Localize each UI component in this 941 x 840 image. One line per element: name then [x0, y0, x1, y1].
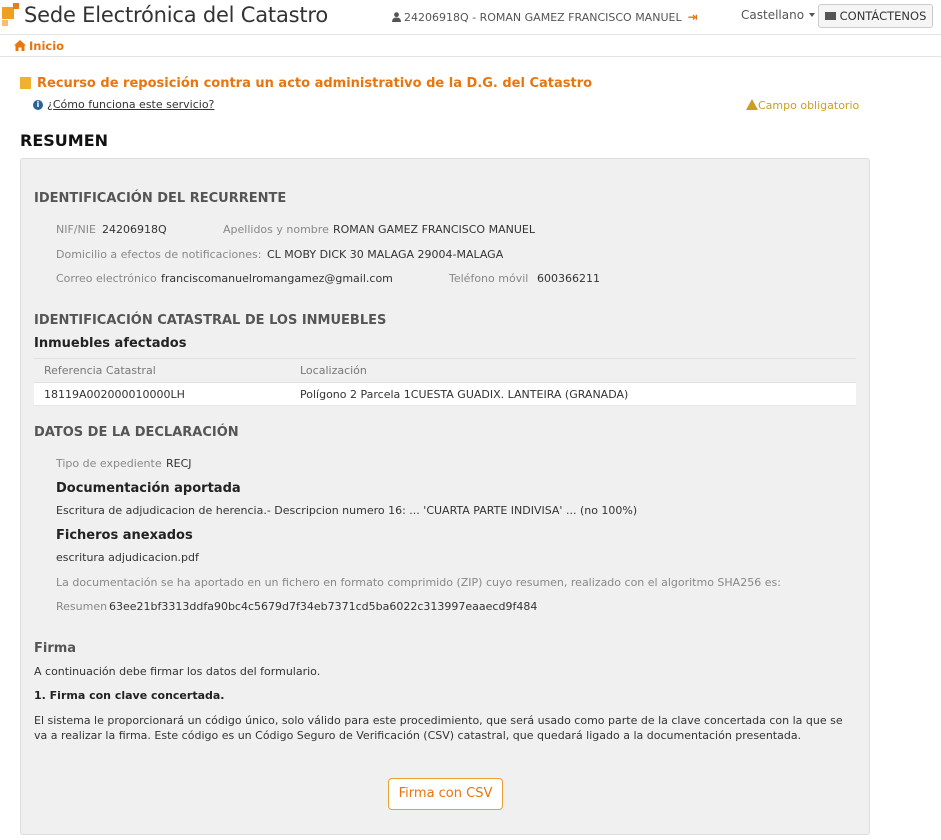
contact-button-label: CONTÁCTENOS	[839, 9, 927, 23]
user-icon	[392, 12, 401, 22]
contact-button[interactable]: CONTÁCTENOS	[818, 4, 933, 28]
warning-icon	[746, 99, 758, 110]
info-icon: i	[33, 100, 43, 110]
localizacion-cell: Polígono 2 Parcela 1CUESTA GUADIX. LANTE…	[290, 382, 856, 406]
column-header-referencia: Referencia Catastral	[34, 358, 290, 383]
firma-intro: A continuación debe firmar los datos del…	[34, 665, 321, 678]
email-value: franciscomanuelromangamez@gmail.com	[161, 272, 393, 285]
documentacion-text: Escritura de adjudicacion de herencia.- …	[56, 504, 638, 517]
required-field-text: Campo obligatorio	[758, 99, 860, 112]
sign-csv-button[interactable]: Firma con CSV	[388, 778, 503, 810]
ficheros-title: Ficheros anexados	[56, 528, 193, 543]
zip-note: La documentación se ha aportado en un fi…	[56, 576, 781, 589]
address-value: CL MOBY DICK 30 MALAGA 29004-MALAGA	[267, 248, 504, 261]
phone-value: 600366211	[537, 272, 600, 285]
column-header-localizacion: Localización	[290, 358, 856, 383]
user-info: 24206918Q - ROMAN GAMEZ FRANCISCO MANUEL…	[392, 10, 698, 24]
documentacion-title: Documentación aportada	[56, 481, 241, 496]
chevron-down-icon	[809, 13, 816, 17]
user-name: 24206918Q - ROMAN GAMEZ FRANCISCO MANUEL	[404, 11, 682, 24]
address-label: Domicilio a efectos de notificaciones:	[56, 248, 262, 261]
table-row: 18119A002000010000LH Polígono 2 Parcela …	[34, 382, 856, 406]
hash-label: Resumen	[56, 600, 108, 613]
inmuebles-subtitle: Inmuebles afectados	[34, 336, 187, 351]
recurrente-section-title: IDENTIFICACIÓN DEL RECURRENTE	[34, 191, 287, 206]
page-heading: Recurso de reposición contra un acto adm…	[20, 75, 592, 91]
phone-label: Teléfono móvil	[449, 272, 529, 285]
breadcrumb-home-label: Inicio	[29, 39, 65, 53]
top-bar: Sede Electrónica del Catastro 24206918Q …	[0, 0, 941, 35]
breadcrumb: Inicio	[0, 36, 941, 57]
envelope-icon	[824, 12, 836, 20]
summary-panel: IDENTIFICACIÓN DEL RECURRENTE NIF/NIE 24…	[20, 158, 870, 835]
help-link[interactable]: i ¿Cómo funciona este servicio?	[33, 98, 214, 111]
nif-value: 24206918Q	[102, 223, 167, 236]
tipo-expediente-label: Tipo de expediente	[56, 457, 162, 470]
name-label: Apellidos y nombre	[223, 223, 329, 236]
tipo-expediente-value: RECJ	[166, 457, 192, 470]
site-title[interactable]: Sede Electrónica del Catastro	[24, 3, 328, 27]
declaracion-section-title: DATOS DE LA DECLARACIÓN	[34, 425, 239, 440]
help-link-text: ¿Cómo funciona este servicio?	[47, 98, 215, 111]
page-heading-text: Recurso de reposición contra un acto adm…	[37, 76, 593, 91]
email-label: Correo electrónico	[56, 272, 157, 285]
breadcrumb-home-link[interactable]: Inicio	[14, 39, 64, 53]
catastro-logo-icon[interactable]	[0, 3, 20, 31]
home-icon	[14, 40, 26, 51]
language-dropdown[interactable]: Castellano	[741, 8, 816, 22]
hash-value: 63ee21bf3313ddfa90bc4c5679d7f34eb7371cd5…	[109, 600, 538, 613]
name-value: ROMAN GAMEZ FRANCISCO MANUEL	[333, 223, 535, 236]
firma-section-title: Firma	[34, 641, 77, 656]
logout-icon[interactable]: ⇥	[688, 10, 698, 24]
summary-title: RESUMEN	[20, 131, 109, 150]
language-label: Castellano	[741, 8, 805, 22]
referencia-cell: 18119A002000010000LH	[34, 382, 290, 406]
inmuebles-section-title: IDENTIFICACIÓN CATASTRAL DE LOS INMUEBLE…	[34, 313, 387, 328]
firma-option-title: 1. Firma con clave concertada.	[34, 689, 225, 702]
firma-description: El sistema le proporcionará un código ún…	[34, 714, 843, 742]
inmuebles-table: Referencia Catastral Localización 18119A…	[34, 358, 856, 406]
nif-label: NIF/NIE	[56, 223, 96, 236]
file-name: escritura adjudicacion.pdf	[56, 551, 199, 564]
table-header-row: Referencia Catastral Localización	[34, 358, 856, 383]
document-icon	[20, 77, 31, 89]
required-field-note: Campo obligatorio	[746, 98, 859, 112]
